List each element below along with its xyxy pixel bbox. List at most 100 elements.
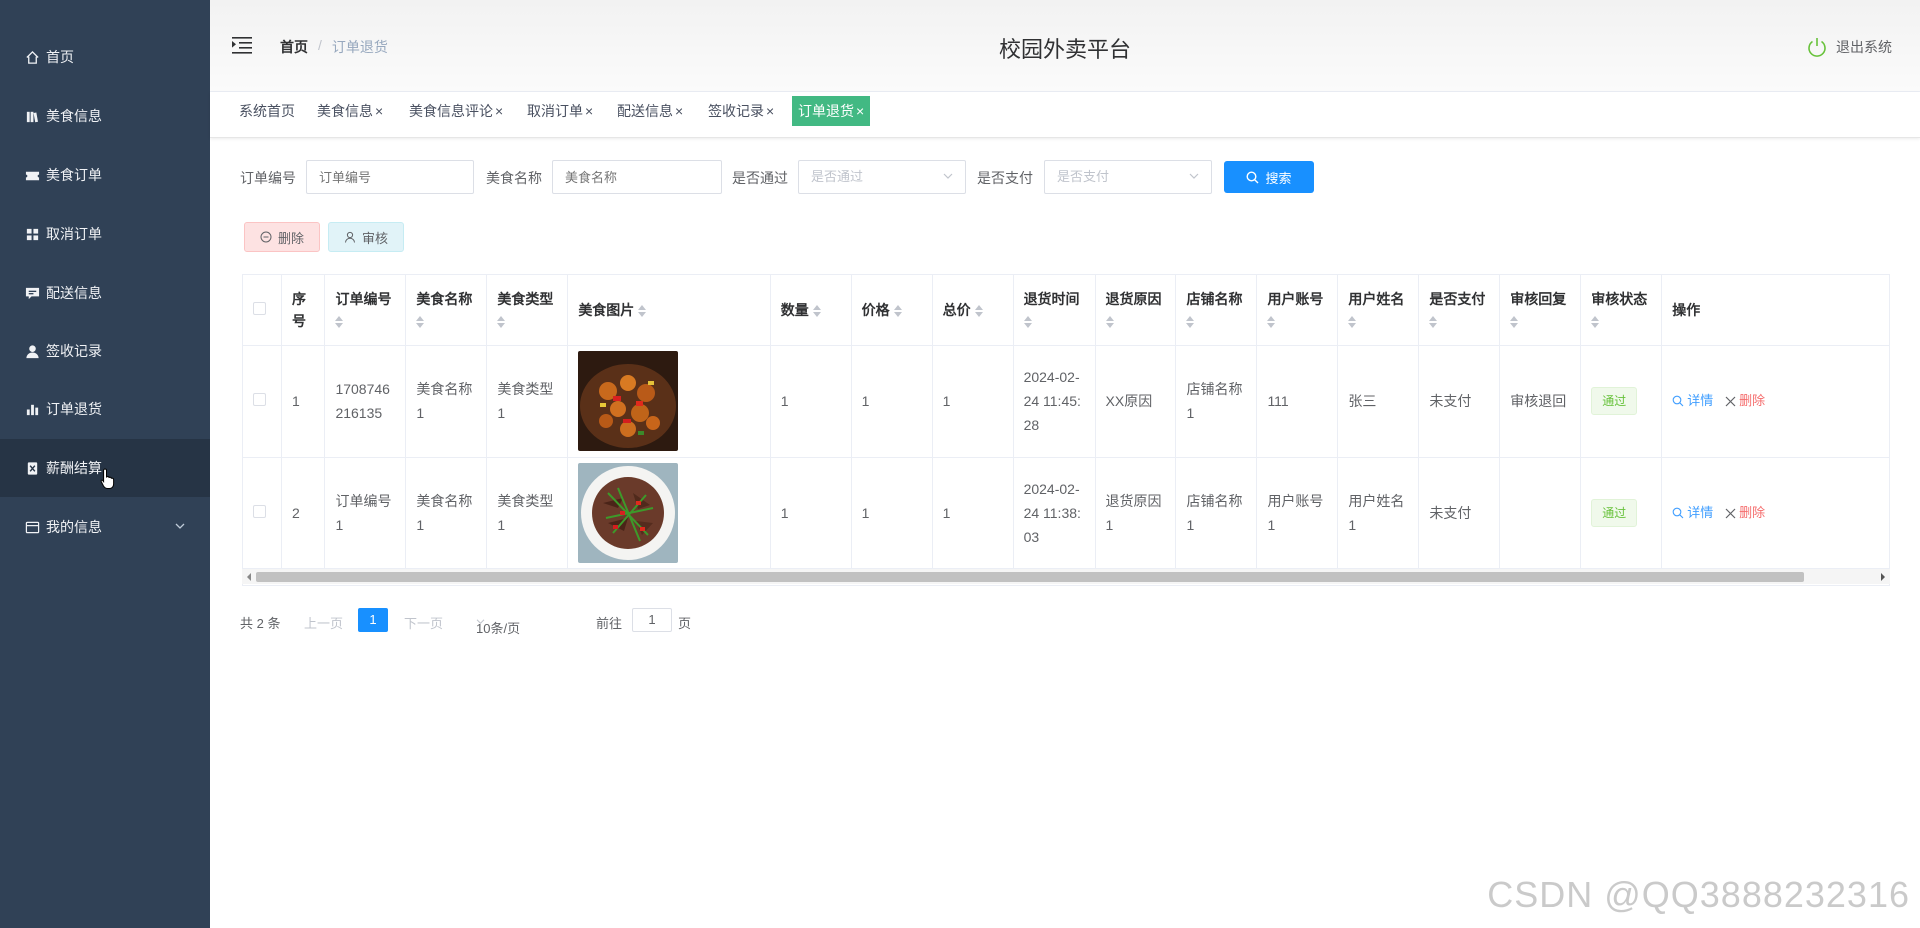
row-select-cell[interactable] xyxy=(243,345,282,458)
col-reply[interactable]: 审核回复 xyxy=(1499,275,1582,346)
sidebar-item-home[interactable]: 首页 xyxy=(0,28,210,86)
select-all-cell[interactable] xyxy=(243,275,282,346)
sidebar-item-label: 取消订单 xyxy=(46,226,102,242)
close-icon[interactable]: × xyxy=(675,103,683,119)
page-size-select[interactable]: 10条/页 xyxy=(476,613,520,636)
sidebar-item-order-return[interactable]: 订单退货 xyxy=(0,380,210,438)
tag-label: 配送信息 xyxy=(617,103,673,119)
sidebar: 首页 美食信息 美食订单 取消订单 配送信息 签收记录 订单退货 薪酬结算 我的… xyxy=(0,0,210,928)
food-image-beef[interactable] xyxy=(578,463,679,563)
col-return-time[interactable]: 退货时间 xyxy=(1013,275,1096,346)
col-food-name[interactable]: 美食名称 xyxy=(405,275,488,346)
sidebar-item-food-order[interactable]: 美食订单 xyxy=(0,146,210,204)
sort-icon xyxy=(335,316,344,329)
scrollbar-thumb[interactable] xyxy=(256,572,1804,582)
passed-label: 是否通过 xyxy=(732,170,788,186)
row-delete-button[interactable]: 删除 xyxy=(1725,389,1765,413)
batch-delete-button[interactable]: 删除 xyxy=(244,222,320,252)
tag-label: 系统首页 xyxy=(239,103,295,119)
col-price[interactable]: 价格 xyxy=(851,275,933,346)
col-paid[interactable]: 是否支付 xyxy=(1418,275,1501,346)
col-index: 序号 xyxy=(281,275,326,346)
scroll-left-icon[interactable] xyxy=(245,572,253,582)
tag-receipt[interactable]: 签收记录 × xyxy=(702,96,780,126)
cell-index: 2 xyxy=(281,457,326,570)
close-icon[interactable]: × xyxy=(375,103,383,119)
food-image-chicken[interactable] xyxy=(578,351,679,451)
sidebar-item-receipt[interactable]: 签收记录 xyxy=(0,322,210,380)
next-page-button[interactable]: 下一页 xyxy=(404,613,443,632)
row-select-cell[interactable] xyxy=(243,457,282,570)
col-order-no[interactable]: 订单编号 xyxy=(324,275,407,346)
tag-food-info[interactable]: 美食信息 × xyxy=(311,96,389,126)
col-food-image[interactable]: 美食图片 xyxy=(567,275,771,346)
row-delete-button[interactable]: 删除 xyxy=(1725,501,1765,525)
audit-button[interactable]: 审核 xyxy=(328,222,404,252)
row-checkbox[interactable] xyxy=(253,393,266,406)
chevron-down-icon xyxy=(943,173,953,179)
sidebar-item-cancel-order[interactable]: 取消订单 xyxy=(0,205,210,263)
search-button[interactable]: 搜索 xyxy=(1224,161,1314,193)
sort-icon xyxy=(1591,316,1600,329)
close-icon xyxy=(1725,396,1736,406)
sidebar-item-food-info[interactable]: 美食信息 xyxy=(0,87,210,145)
select-all-checkbox[interactable] xyxy=(253,301,266,315)
col-username[interactable]: 用户姓名 xyxy=(1337,275,1420,346)
cell-status: 通过 xyxy=(1580,345,1663,458)
paid-select[interactable]: 是否支付 xyxy=(1044,160,1212,194)
cell-price: 1 xyxy=(851,457,933,570)
close-icon[interactable]: × xyxy=(856,103,864,119)
sidebar-item-delivery[interactable]: 配送信息 xyxy=(0,264,210,322)
tag-delivery[interactable]: 配送信息 × xyxy=(611,96,689,126)
col-quantity[interactable]: 数量 xyxy=(770,275,852,346)
ticket-icon xyxy=(24,167,40,183)
col-reason[interactable]: 退货原因 xyxy=(1095,275,1177,346)
scroll-right-icon[interactable] xyxy=(1879,572,1887,582)
goto-page-input[interactable]: 1 xyxy=(632,608,672,632)
passed-placeholder: 是否通过 xyxy=(811,169,864,184)
detail-button[interactable]: 详情 xyxy=(1672,501,1713,525)
close-icon[interactable]: × xyxy=(495,103,503,119)
detail-button[interactable]: 详情 xyxy=(1672,389,1713,413)
tag-food-comments[interactable]: 美食信息评论 × xyxy=(403,96,509,126)
tag-cancel-order[interactable]: 取消订单 × xyxy=(521,96,599,126)
tag-label: 美食信息 xyxy=(317,103,373,119)
tag-label: 签收记录 xyxy=(708,103,764,119)
tag-system-home[interactable]: 系统首页 xyxy=(233,96,301,126)
remove-circle-icon xyxy=(260,231,272,243)
tags-view: 系统首页 美食信息 × 美食信息评论 × 取消订单 × 配送信息 × 签收记录 × 订单退… xyxy=(210,92,1920,138)
prev-page-button[interactable]: 上一页 xyxy=(304,613,343,632)
audit-label: 审核 xyxy=(361,230,388,246)
close-icon[interactable]: × xyxy=(585,103,593,119)
page-number-current[interactable]: 1 xyxy=(358,608,388,632)
col-food-type[interactable]: 美食类型 xyxy=(486,275,569,346)
paid-placeholder: 是否支付 xyxy=(1057,169,1110,184)
status-badge: 通过 xyxy=(1591,387,1638,415)
col-total[interactable]: 总价 xyxy=(932,275,1014,346)
order-no-input[interactable] xyxy=(306,160,474,194)
sort-icon xyxy=(497,316,506,329)
cell-username: 用户姓名1 xyxy=(1337,457,1420,570)
col-account[interactable]: 用户账号 xyxy=(1256,275,1339,346)
col-actions: 操作 xyxy=(1661,275,1889,346)
sidebar-item-my-info[interactable]: 我的信息 xyxy=(0,498,210,556)
library-icon xyxy=(24,108,40,124)
col-shop[interactable]: 店铺名称 xyxy=(1175,275,1258,346)
sort-icon xyxy=(1429,316,1438,329)
food-name-input[interactable] xyxy=(552,160,722,194)
pager-total: 共 2 条 xyxy=(240,616,281,631)
passed-select[interactable]: 是否通过 xyxy=(798,160,966,194)
logout-button[interactable]: 退出系统 xyxy=(1806,36,1892,58)
cell-return-time: 2024-02-24 11:38:03 xyxy=(1013,457,1096,570)
sort-icon xyxy=(1186,316,1195,329)
table-horizontal-scrollbar[interactable] xyxy=(242,568,1890,584)
paid-label: 是否支付 xyxy=(977,170,1033,186)
cell-shop: 店铺名称1 xyxy=(1175,345,1258,458)
row-checkbox[interactable] xyxy=(253,505,266,518)
tag-order-return[interactable]: 订单退货 × xyxy=(792,96,871,126)
cell-reply xyxy=(1499,457,1582,570)
cell-food-name: 美食名称1 xyxy=(405,457,488,570)
col-status[interactable]: 审核状态 xyxy=(1580,275,1663,346)
search-icon xyxy=(1672,395,1684,406)
close-icon[interactable]: × xyxy=(766,103,774,119)
